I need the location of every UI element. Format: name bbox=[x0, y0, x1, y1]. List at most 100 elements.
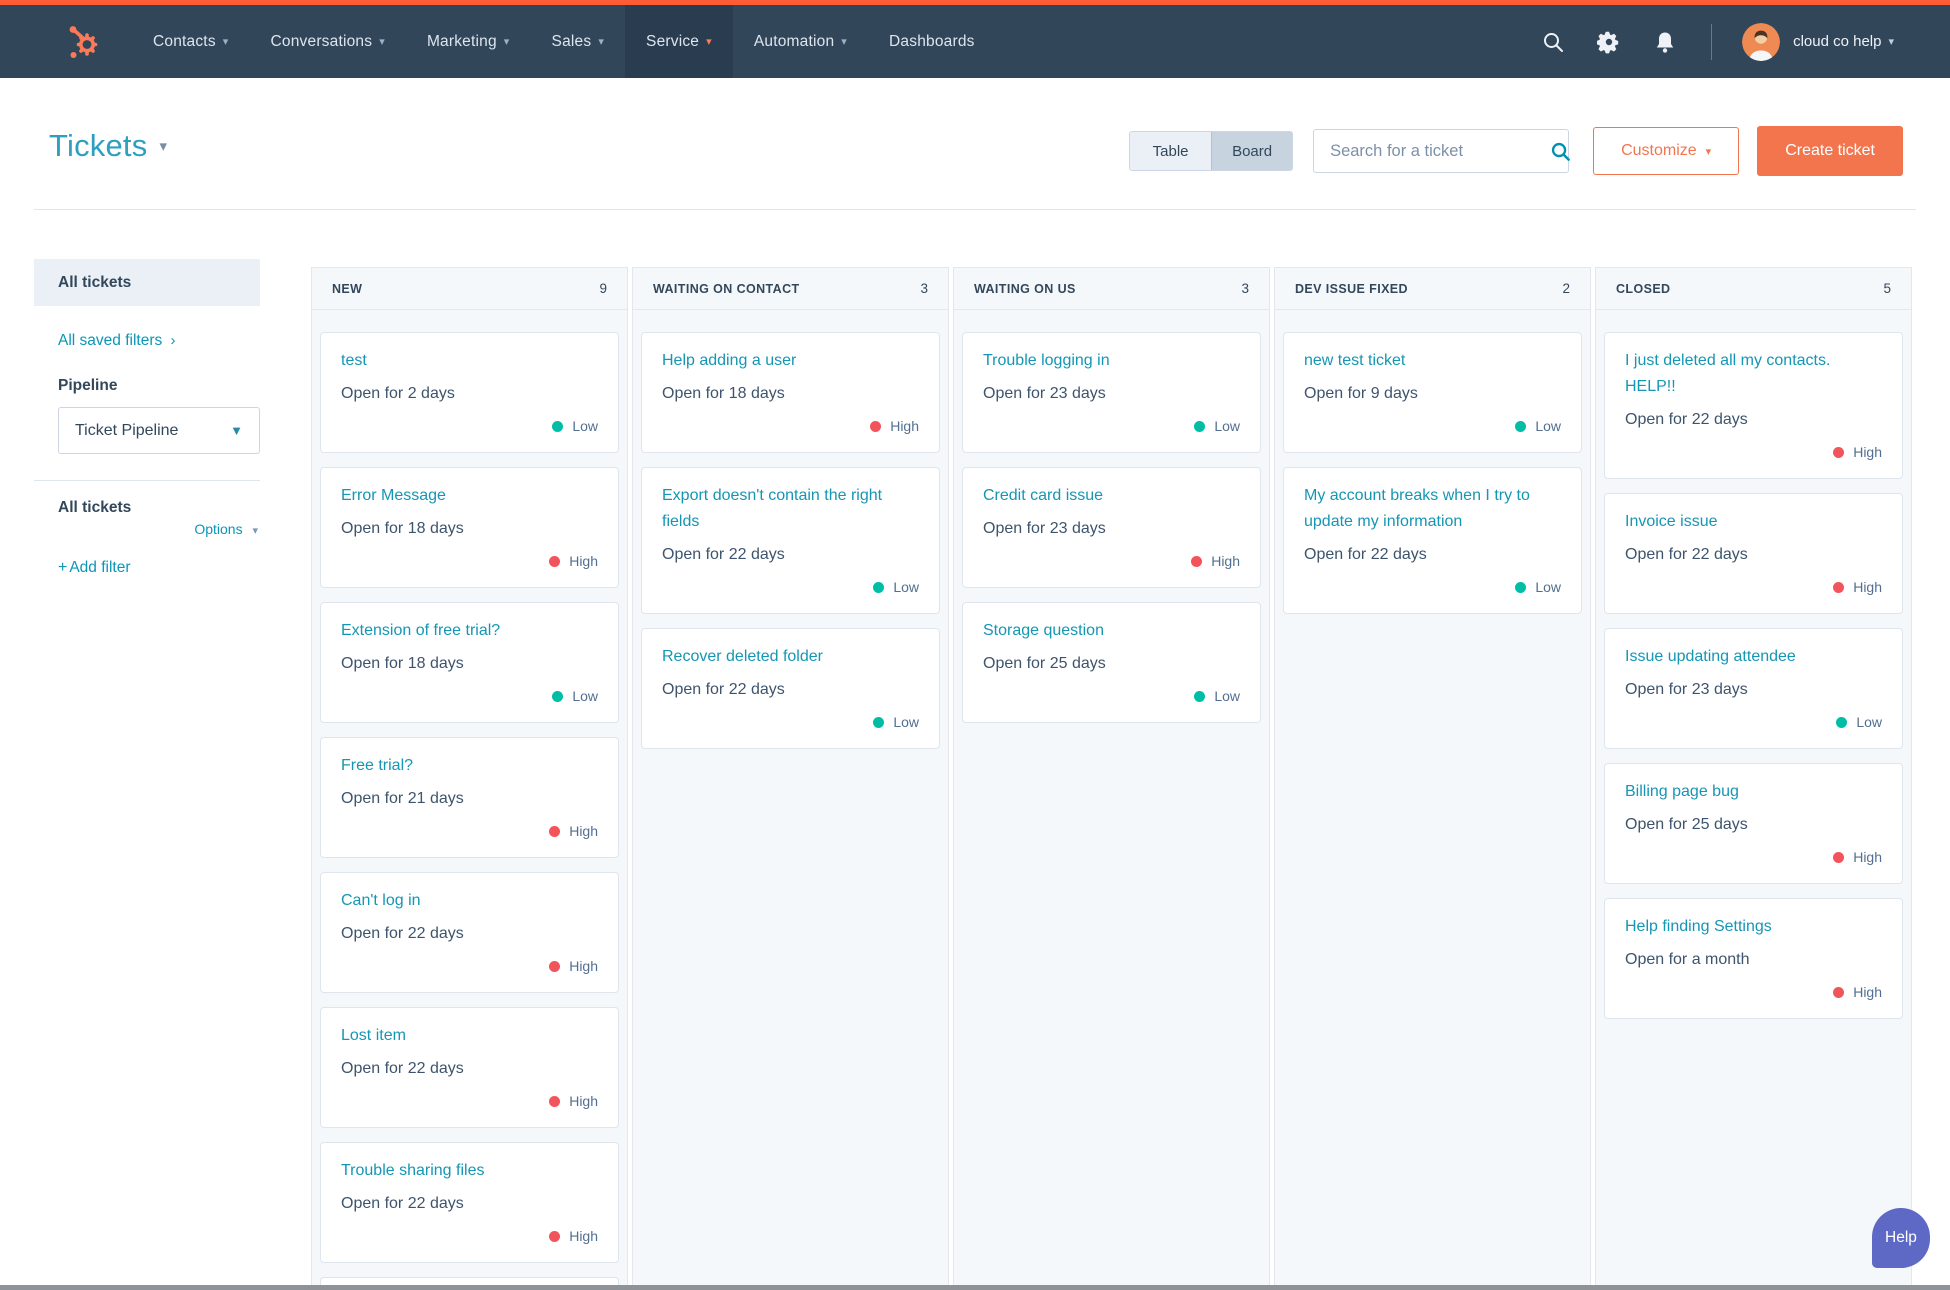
ticket-card[interactable]: Trouble sharing files Open for 22 days Hig… bbox=[320, 1142, 619, 1263]
nav-item-label: Sales bbox=[551, 32, 592, 50]
ticket-title-link[interactable]: Free trial? bbox=[341, 753, 598, 779]
table-view-button[interactable]: Table bbox=[1130, 132, 1212, 170]
nav-item-dashboards[interactable]: Dashboards bbox=[868, 5, 996, 78]
ticket-card[interactable]: Can't log in Open for 22 days High bbox=[320, 872, 619, 993]
help-button[interactable]: Help bbox=[1872, 1208, 1930, 1268]
ticket-title-link[interactable]: Billing page bug bbox=[1625, 779, 1882, 805]
chevron-down-icon: ▾ bbox=[841, 36, 848, 48]
priority-label: Low bbox=[572, 418, 598, 434]
column-cards: Help adding a user Open for 18 days High Ex… bbox=[633, 310, 948, 749]
ticket-priority: High bbox=[983, 553, 1240, 569]
ticket-open-duration: Open for 25 days bbox=[983, 655, 1106, 672]
board-column-dev-issue-fixed: DEV ISSUE FIXED 2 new test ticket Open for … bbox=[1274, 267, 1591, 1290]
ticket-title-link[interactable]: Error Message bbox=[341, 483, 598, 509]
priority-dot-icon bbox=[549, 960, 561, 972]
chevron-down-icon[interactable]: ▾ bbox=[159, 137, 167, 155]
sidebar-item-all-tickets[interactable]: All tickets bbox=[34, 259, 260, 306]
ticket-title-link[interactable]: Trouble sharing files bbox=[341, 1158, 598, 1184]
ticket-card[interactable]: Extension of free trial? Open for 18 days… bbox=[320, 602, 619, 723]
ticket-card[interactable]: Lost item Open for 22 days High bbox=[320, 1007, 619, 1128]
ticket-title-link[interactable]: test bbox=[341, 348, 598, 374]
priority-label: Low bbox=[1535, 579, 1561, 595]
notifications-bell-icon[interactable] bbox=[1653, 30, 1677, 54]
ticket-title-link[interactable]: Extension of free trial? bbox=[341, 618, 598, 644]
board-view-button[interactable]: Board bbox=[1211, 132, 1293, 170]
ticket-title-link[interactable]: Storage question bbox=[983, 618, 1240, 644]
search-icon[interactable] bbox=[1550, 141, 1571, 162]
plus-icon: + bbox=[58, 559, 68, 576]
priority-label: High bbox=[1853, 444, 1882, 460]
priority-label: High bbox=[569, 823, 598, 839]
column-cards: test Open for 2 days Low Error Message Open … bbox=[312, 310, 627, 1287]
ticket-priority: Low bbox=[662, 714, 919, 730]
ticket-card[interactable]: test Open for 2 days Low bbox=[320, 332, 619, 453]
nav-item-service[interactable]: Service ▾ bbox=[625, 5, 733, 78]
ticket-priority: High bbox=[341, 553, 598, 569]
board-column-waiting-on-us: WAITING ON US 3 Trouble logging in Open for… bbox=[953, 267, 1270, 1290]
ticket-title-link[interactable]: Recover deleted folder bbox=[662, 644, 919, 670]
nav-item-marketing[interactable]: Marketing ▾ bbox=[406, 5, 531, 78]
priority-label: Low bbox=[1535, 418, 1561, 434]
page-title-row: Tickets ▾ bbox=[49, 128, 167, 164]
priority-label: High bbox=[1853, 849, 1882, 865]
ticket-priority: High bbox=[341, 823, 598, 839]
nav-items: Contacts ▾ Conversations ▾ Marketing ▾ Sales ▾ S… bbox=[132, 5, 996, 78]
all-saved-filters-link[interactable]: All saved filters › bbox=[58, 332, 260, 350]
ticket-card[interactable]: Issue updating attendee Open for 23 days L… bbox=[1604, 628, 1903, 749]
ticket-title-link[interactable]: Credit card issue bbox=[983, 483, 1240, 509]
create-ticket-button[interactable]: Create ticket bbox=[1757, 126, 1903, 176]
ticket-card[interactable]: Invoice issue Open for 22 days High bbox=[1604, 493, 1903, 614]
hubspot-logo-icon[interactable] bbox=[60, 20, 104, 64]
horizontal-scrollbar[interactable] bbox=[0, 1285, 1950, 1290]
priority-dot-icon bbox=[1833, 581, 1845, 593]
ticket-card[interactable]: Help adding a user Open for 18 days High bbox=[641, 332, 940, 453]
nav-item-sales[interactable]: Sales ▾ bbox=[531, 5, 626, 78]
ticket-title-link[interactable]: Can't log in bbox=[341, 888, 598, 914]
ticket-title-link[interactable]: I just deleted all my contacts. HELP!! bbox=[1625, 348, 1882, 400]
ticket-card[interactable]: Free trial? Open for 21 days High bbox=[320, 737, 619, 858]
options-dropdown[interactable]: Options ▾ bbox=[34, 521, 258, 537]
ticket-card[interactable]: Recover deleted folder Open for 22 days Lo… bbox=[641, 628, 940, 749]
user-avatar[interactable] bbox=[1742, 22, 1781, 61]
add-filter-button[interactable]: + Add filter bbox=[58, 559, 260, 577]
ticket-card[interactable]: Credit card issue Open for 23 days High bbox=[962, 467, 1261, 588]
ticket-card[interactable]: Storage question Open for 25 days Low bbox=[962, 602, 1261, 723]
ticket-card[interactable]: Trouble logging in Open for 23 days Low bbox=[962, 332, 1261, 453]
ticket-title-link[interactable]: My account breaks when I try to update m… bbox=[1304, 483, 1561, 535]
search-icon[interactable] bbox=[1541, 30, 1565, 54]
ticket-card[interactable]: Help finding Settings Open for a month Hig… bbox=[1604, 898, 1903, 1019]
column-name: NEW bbox=[332, 281, 363, 296]
priority-label: Low bbox=[893, 714, 919, 730]
priority-label: High bbox=[569, 553, 598, 569]
customize-button[interactable]: Customize ▾ bbox=[1593, 127, 1740, 175]
nav-item-contacts[interactable]: Contacts ▾ bbox=[132, 5, 250, 78]
ticket-open-duration: Open for 21 days bbox=[341, 790, 464, 807]
ticket-title-link[interactable]: new test ticket bbox=[1304, 348, 1561, 374]
ticket-title-link[interactable]: Trouble logging in bbox=[983, 348, 1240, 374]
ticket-card[interactable]: I just deleted all my contacts. HELP!! Op… bbox=[1604, 332, 1903, 479]
pipeline-dropdown[interactable]: Ticket Pipeline ▼ bbox=[58, 407, 260, 454]
ticket-title-link[interactable]: Invoice issue bbox=[1625, 509, 1882, 535]
ticket-search-input[interactable] bbox=[1330, 141, 1551, 161]
nav-item-conversations[interactable]: Conversations ▾ bbox=[250, 5, 406, 78]
priority-label: Low bbox=[1214, 688, 1240, 704]
settings-gear-icon[interactable] bbox=[1597, 30, 1621, 54]
header-divider bbox=[34, 209, 1916, 210]
ticket-title-link[interactable]: Lost item bbox=[341, 1023, 598, 1049]
ticket-card[interactable]: Export doesn't contain the right fields O… bbox=[641, 467, 940, 614]
ticket-open-duration: Open for 22 days bbox=[341, 925, 464, 942]
page-title[interactable]: Tickets bbox=[49, 128, 147, 164]
ticket-card[interactable]: Error Message Open for 18 days High bbox=[320, 467, 619, 588]
ticket-title-link[interactable]: Help adding a user bbox=[662, 348, 919, 374]
column-count: 5 bbox=[1883, 281, 1891, 296]
ticket-open-duration: Open for 18 days bbox=[341, 520, 464, 537]
ticket-title-link[interactable]: Export doesn't contain the right fields bbox=[662, 483, 919, 535]
nav-item-automation[interactable]: Automation ▾ bbox=[733, 5, 868, 78]
account-menu[interactable]: cloud co help bbox=[1793, 33, 1881, 50]
ticket-title-link[interactable]: Help finding Settings bbox=[1625, 914, 1882, 940]
ticket-card[interactable]: Billing page bug Open for 25 days High bbox=[1604, 763, 1903, 884]
ticket-card[interactable]: My account breaks when I try to update m… bbox=[1283, 467, 1582, 614]
ticket-card[interactable]: new test ticket Open for 9 days Low bbox=[1283, 332, 1582, 453]
column-count: 9 bbox=[599, 281, 607, 296]
ticket-title-link[interactable]: Issue updating attendee bbox=[1625, 644, 1882, 670]
